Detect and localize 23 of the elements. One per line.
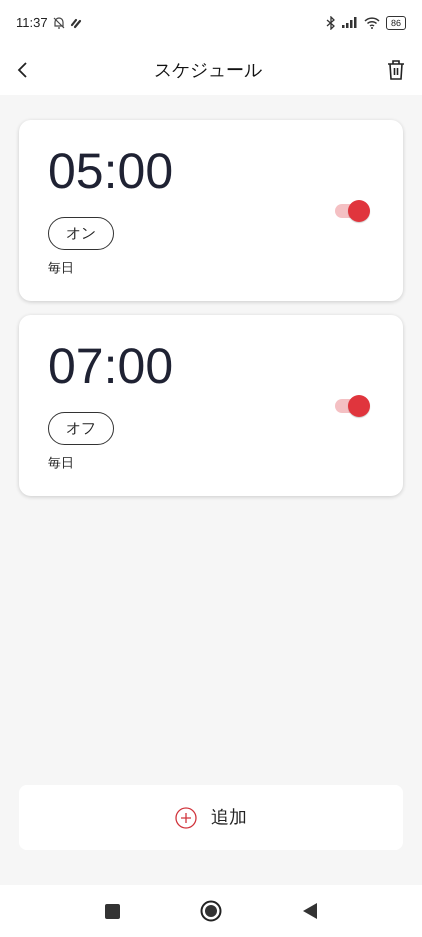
- status-tag: オフ: [48, 412, 114, 446]
- back-nav-icon[interactable]: [302, 902, 318, 920]
- toggle-switch[interactable]: [333, 198, 371, 222]
- repeat-label: 毎日: [48, 454, 75, 472]
- trash-icon[interactable]: [386, 59, 406, 81]
- alarm-time: 07:00: [48, 338, 174, 394]
- toggle-switch[interactable]: [333, 394, 371, 418]
- battery-indicator: 86: [386, 16, 406, 30]
- alarm-time: 05:00: [48, 143, 174, 200]
- home-icon[interactable]: [200, 900, 222, 922]
- status-time: 11:37: [16, 14, 48, 32]
- schedule-card[interactable]: 05:00 オン 毎日: [19, 120, 403, 301]
- plus-circle-icon: [175, 806, 197, 828]
- bluetooth-icon: [326, 16, 336, 30]
- recent-apps-icon[interactable]: [104, 904, 120, 918]
- bell-off-icon: [52, 16, 66, 30]
- status-tag: オン: [48, 217, 114, 250]
- add-button[interactable]: 追加: [19, 785, 403, 850]
- page-title: スケジュール: [154, 58, 262, 82]
- repeat-label: 毎日: [48, 259, 75, 278]
- schedule-card[interactable]: 07:00 オフ 毎日: [19, 315, 403, 496]
- signal-icon: [342, 17, 358, 28]
- wifi-icon: [364, 16, 380, 28]
